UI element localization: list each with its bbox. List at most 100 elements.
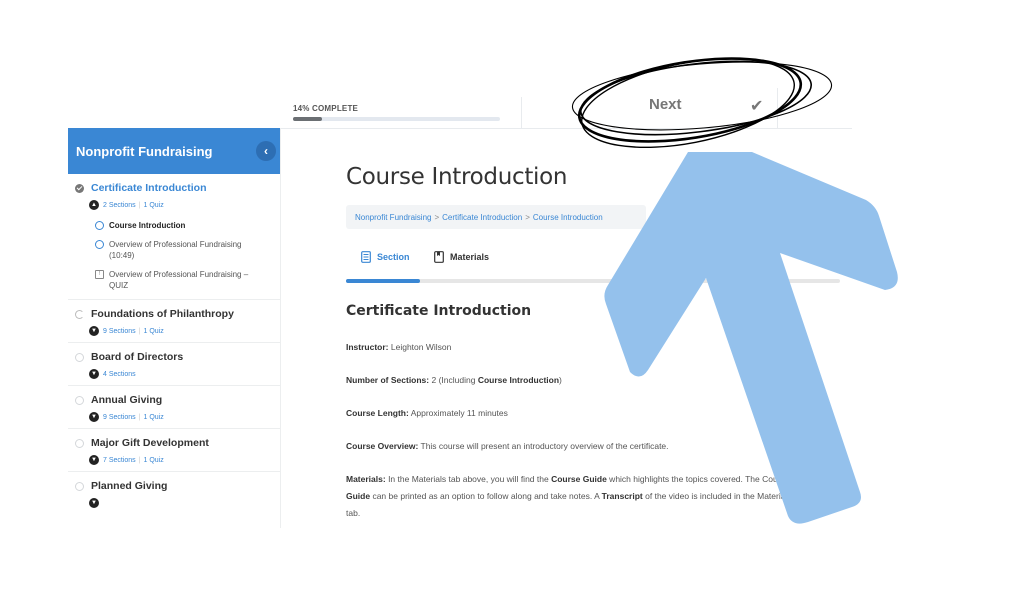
materials-label: Materials:: [346, 474, 386, 484]
materials-bold: Transcript: [601, 491, 643, 501]
overview-value: This course will present an introductory…: [420, 441, 669, 451]
module-meta: ▼ 9 Sections | 1 Quiz: [68, 408, 280, 428]
chevron-down-icon[interactable]: ▼: [89, 369, 99, 379]
chevron-left-icon[interactable]: ‹: [256, 141, 276, 161]
chevron-up-icon[interactable]: ▲: [89, 200, 99, 210]
overview-line: Course Overview: This course will presen…: [346, 438, 669, 455]
chevron-down-icon[interactable]: ▼: [89, 412, 99, 422]
quiz-count: 1 Quiz: [143, 201, 164, 209]
materials-paragraph: Materials: In the Materials tab above, y…: [346, 471, 792, 522]
module-title: Major Gift Development: [91, 437, 209, 449]
materials-text: In the Materials tab above, you will fin…: [388, 474, 552, 484]
meta-separator: |: [138, 456, 141, 464]
sections-count: 9 Sections: [103, 413, 136, 421]
module-board-of-directors: Board of Directors ▼ 4 Sections: [68, 343, 280, 386]
breadcrumb-item[interactable]: Course Introduction: [533, 213, 603, 222]
not-started-icon: [75, 395, 84, 405]
quiz-count: 1 Quiz: [143, 327, 164, 335]
module-meta: ▼ 4 Sections: [68, 365, 280, 385]
lesson-item[interactable]: Course Introduction: [68, 216, 280, 235]
next-label: Next: [649, 96, 682, 113]
topbar-separator: [521, 97, 522, 128]
module-header[interactable]: Board of Directors: [68, 343, 280, 365]
not-started-icon: [75, 438, 84, 448]
quiz-icon: !: [95, 270, 104, 279]
lesson-item[interactable]: Overview of Professional Fundraising (10…: [68, 235, 280, 265]
sections-value: 2 (Including: [431, 375, 478, 385]
quiz-count: 1 Quiz: [143, 413, 164, 421]
breadcrumb: Nonprofit Fundraising > Certificate Intr…: [346, 205, 646, 229]
length-value: Approximately 11 minutes: [410, 408, 508, 418]
tab-indicator-track: [346, 279, 840, 283]
sections-count: 9 Sections: [103, 327, 136, 335]
lesson-item[interactable]: ! Overview of Professional Fundraising –…: [68, 265, 280, 299]
tab-label: Section: [377, 252, 410, 262]
next-button[interactable]: Next ✔: [600, 92, 776, 122]
quiz-count: 1 Quiz: [143, 456, 164, 464]
module-header[interactable]: Major Gift Development: [68, 429, 280, 451]
module-annual-giving: Annual Giving ▼ 9 Sections | 1 Quiz: [68, 386, 280, 429]
active-tab-indicator: [346, 279, 420, 283]
materials-text: tab.: [346, 508, 361, 518]
tab-section[interactable]: Section: [361, 251, 410, 263]
document-icon: [361, 251, 371, 263]
progress-label: 14% COMPLETE: [293, 104, 359, 113]
breadcrumb-item[interactable]: Certificate Introduction: [442, 213, 522, 222]
module-meta: ▲ 2 Sections | 1 Quiz: [68, 196, 280, 216]
chevron-down-icon[interactable]: ▼: [89, 455, 99, 465]
complete-check-icon: [75, 183, 84, 193]
materials-text: which highlights the topics covered. The…: [606, 474, 790, 484]
bookmark-icon: [434, 251, 444, 263]
instructor-value: Leighton Wilson: [390, 342, 452, 352]
module-title: Foundations of Philanthropy: [91, 308, 234, 320]
sections-bold: Course Introduction: [477, 375, 560, 385]
breadcrumb-item[interactable]: Nonprofit Fundraising: [355, 213, 431, 222]
module-title: Annual Giving: [91, 394, 163, 406]
sidebar-header: Nonprofit Fundraising ‹: [68, 128, 280, 174]
progress-fill: [293, 117, 322, 121]
materials-bold: Guide: [346, 491, 371, 501]
module-foundations-of-philanthropy: Foundations of Philanthropy ▼ 9 Sections…: [68, 300, 280, 343]
video-lesson-icon: [95, 221, 104, 230]
module-header[interactable]: Foundations of Philanthropy: [68, 300, 280, 322]
sections-count: 2 Sections: [103, 201, 136, 209]
materials-bold: Course Guide: [551, 474, 607, 484]
module-title: Certificate Introduction: [91, 182, 207, 194]
module-meta: ▼: [68, 494, 280, 514]
module-meta: ▼ 9 Sections | 1 Quiz: [68, 322, 280, 342]
tab-materials[interactable]: Materials: [434, 251, 489, 263]
lesson-title: Overview of Professional Fundraising – Q…: [109, 270, 249, 290]
not-started-icon: [75, 481, 84, 491]
module-title: Board of Directors: [91, 351, 184, 363]
lesson-title: Overview of Professional Fundraising (10…: [109, 240, 242, 260]
checkmark-icon: ✔: [750, 98, 764, 115]
sections-count: 7 Sections: [103, 456, 136, 464]
module-header[interactable]: Annual Giving: [68, 386, 280, 408]
meta-separator: |: [138, 201, 141, 209]
progress-bar: [293, 117, 500, 121]
module-meta: ▼ 7 Sections | 1 Quiz: [68, 451, 280, 471]
video-lesson-icon: [95, 240, 104, 249]
sections-line: Number of Sections: 2 (Including Course …: [346, 372, 562, 389]
breadcrumb-separator: >: [525, 212, 530, 222]
in-progress-icon: [75, 309, 84, 319]
meta-separator: |: [138, 413, 141, 421]
meta-separator: |: [138, 327, 141, 335]
sections-label: Number of Sections:: [346, 375, 430, 385]
page-title: Course Introduction: [346, 164, 568, 190]
lms-viewport: 14% COMPLETE Next ✔ Nonprofit Fundraisin…: [0, 0, 1024, 528]
section-title: Certificate Introduction: [346, 303, 532, 319]
module-header[interactable]: Planned Giving: [68, 472, 280, 494]
materials-text: can be printed as an option to follow al…: [370, 491, 602, 501]
length-label: Course Length:: [346, 408, 409, 418]
sections-count: 4 Sections: [103, 370, 136, 378]
module-planned-giving: Planned Giving ▼: [68, 472, 280, 514]
module-header[interactable]: Certificate Introduction: [68, 174, 280, 196]
overview-label: Course Overview:: [346, 441, 419, 451]
module-certificate-introduction: Certificate Introduction ▲ 2 Sections | …: [68, 174, 280, 300]
not-started-icon: [75, 352, 84, 362]
length-line: Course Length: Approximately 11 minutes: [346, 405, 508, 422]
chevron-down-icon[interactable]: ▼: [89, 498, 99, 508]
lesson-title: Course Introduction: [109, 221, 186, 230]
chevron-down-icon[interactable]: ▼: [89, 326, 99, 336]
